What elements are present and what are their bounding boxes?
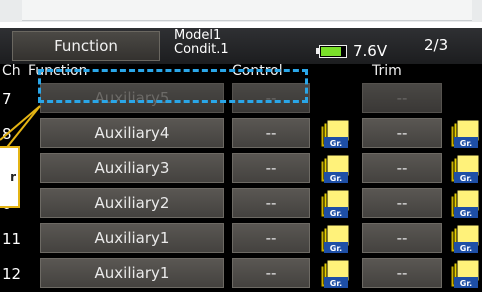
- channel-number: 11: [2, 230, 22, 248]
- trim-button[interactable]: --: [362, 258, 442, 288]
- group-icon[interactable]: Gr.: [450, 259, 480, 289]
- group-icon-label: Gr.: [460, 209, 472, 218]
- function-button[interactable]: Auxiliary3: [40, 153, 224, 183]
- control-button[interactable]: --: [232, 258, 310, 288]
- selection-highlight: [38, 69, 308, 103]
- group-icon-label: Gr.: [330, 209, 342, 218]
- condition-name: Condit.1: [174, 42, 229, 57]
- group-icon[interactable]: Gr.: [320, 189, 350, 219]
- top-strip-edge: [22, 0, 472, 21]
- table-row: 9 Auxiliary3 -- -- Gr. Gr.: [0, 151, 482, 185]
- group-icon[interactable]: Gr.: [320, 224, 350, 254]
- battery-icon: [319, 44, 347, 58]
- control-button[interactable]: --: [232, 153, 310, 183]
- group-icon[interactable]: Gr.: [450, 154, 480, 184]
- model-info: Model1 Condit.1: [174, 29, 229, 57]
- function-button[interactable]: Auxiliary2: [40, 188, 224, 218]
- trim-button[interactable]: --: [362, 83, 442, 113]
- model-name: Model1: [174, 28, 222, 43]
- group-icon-label: Gr.: [460, 279, 472, 288]
- channel-number: 7: [2, 90, 12, 108]
- column-header-ch: Ch: [2, 63, 21, 79]
- trim-button[interactable]: --: [362, 188, 442, 218]
- page-indicator[interactable]: 2/3: [424, 36, 448, 54]
- control-button[interactable]: --: [232, 118, 310, 148]
- function-button[interactable]: Auxiliary1: [40, 223, 224, 253]
- group-icon[interactable]: Gr.: [320, 154, 350, 184]
- group-icon-label: Gr.: [460, 244, 472, 253]
- column-header-trim: Trim: [372, 63, 402, 79]
- group-icon-label: Gr.: [460, 139, 472, 148]
- trim-button[interactable]: --: [362, 223, 442, 253]
- group-icon[interactable]: Gr.: [320, 119, 350, 149]
- control-button[interactable]: --: [232, 188, 310, 218]
- function-title-button[interactable]: Function: [12, 31, 160, 61]
- trim-button[interactable]: --: [362, 118, 442, 148]
- table-row: 0 Auxiliary2 -- -- Gr. Gr.: [0, 186, 482, 220]
- group-icon[interactable]: Gr.: [320, 259, 350, 289]
- group-icon-label: Gr.: [330, 279, 342, 288]
- top-strip: [0, 0, 482, 22]
- battery-voltage: 7.6V: [353, 42, 388, 60]
- channel-number: 12: [2, 265, 22, 283]
- trim-button[interactable]: --: [362, 153, 442, 183]
- callout-box: r: [0, 146, 20, 208]
- header-bar: Function Model1 Condit.1 7.6V 2/3: [0, 28, 482, 64]
- table-row: 11 Auxiliary1 -- -- Gr. Gr.: [0, 221, 482, 255]
- group-icon-label: Gr.: [330, 139, 342, 148]
- group-icon-label: Gr.: [330, 244, 342, 253]
- group-icon-label: Gr.: [330, 174, 342, 183]
- function-button[interactable]: Auxiliary1: [40, 258, 224, 288]
- callout-text: r: [10, 170, 16, 184]
- table-row: 12 Auxiliary1 -- -- Gr. Gr.: [0, 256, 482, 290]
- function-button[interactable]: Auxiliary4: [40, 118, 224, 148]
- table-row: 8 Auxiliary4 -- -- Gr. Gr.: [0, 116, 482, 150]
- group-icon-label: Gr.: [460, 174, 472, 183]
- control-button[interactable]: --: [232, 223, 310, 253]
- group-icon[interactable]: Gr.: [450, 224, 480, 254]
- group-icon[interactable]: Gr.: [450, 119, 480, 149]
- channel-number: 8: [2, 125, 12, 143]
- battery-fill: [321, 46, 342, 56]
- group-icon[interactable]: Gr.: [450, 189, 480, 219]
- transmitter-screen: Function Model1 Condit.1 7.6V 2/3 Ch Fun…: [0, 28, 482, 292]
- battery-indicator: 7.6V: [316, 42, 387, 60]
